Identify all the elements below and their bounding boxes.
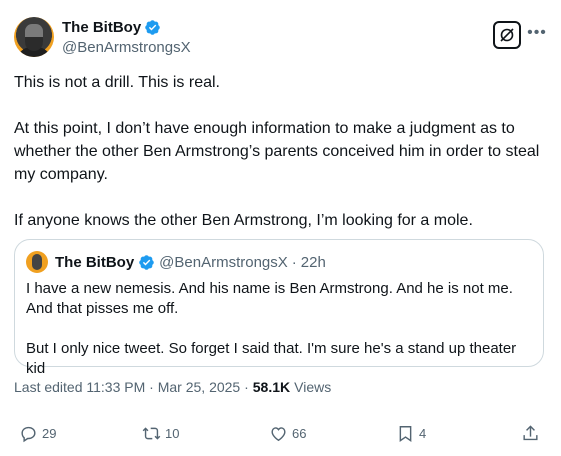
tweet-meta: Last edited 11:33 PM · Mar 25, 2025 · 58… (14, 379, 331, 395)
views-count: 58.1K (252, 379, 291, 395)
author-avatar[interactable] (14, 17, 54, 57)
quoted-author-avatar (26, 251, 48, 273)
reply-icon (21, 426, 36, 443)
bookmark-button[interactable]: 4 (396, 424, 426, 443)
share-button[interactable] (521, 424, 540, 443)
author-handle[interactable]: @BenArmstrongsX (62, 39, 191, 56)
tweet-paragraph: If anyone knows the other Ben Armstrong,… (14, 212, 473, 229)
like-count: 66 (292, 426, 307, 441)
like-icon (271, 427, 286, 442)
reply-button[interactable]: 29 (19, 424, 56, 443)
repost-icon (142, 427, 161, 440)
quoted-paragraph: I have a new nemesis. And his name is Be… (26, 280, 513, 317)
more-options-button[interactable]: ••• (527, 23, 547, 43)
quoted-author-handle: @BenArmstrongsX (159, 253, 288, 271)
like-button[interactable]: 66 (269, 424, 306, 443)
quoted-tweet[interactable]: The BitBoy @BenArmstrongsX · 22h I have … (14, 239, 544, 377)
repost-button[interactable]: 10 (142, 424, 179, 443)
tweet-paragraph: At this point, I don’t have enough infor… (14, 120, 540, 183)
tweet-text: This is not a drill. This is real. At th… (14, 71, 544, 255)
more-icon: ••• (527, 24, 547, 41)
quoted-separator: · (291, 253, 297, 271)
tweet-paragraph: This is not a drill. This is real. (14, 74, 220, 91)
quoted-paragraph: But I only nice tweet. So forget I said … (26, 340, 517, 377)
grok-icon (500, 28, 514, 42)
quoted-tweet-header: The BitBoy @BenArmstrongsX · 22h (26, 251, 326, 273)
grok-button[interactable] (493, 21, 521, 49)
quoted-time: 22h (300, 253, 326, 271)
reply-count: 29 (42, 426, 57, 441)
edited-timestamp[interactable]: Last edited 11:33 PM · Mar 25, 2025 · (14, 379, 249, 395)
bookmark-icon (399, 426, 412, 442)
bookmark-count: 4 (419, 426, 427, 441)
quoted-author-display-name: The BitBoy (55, 253, 135, 271)
share-icon (523, 425, 538, 441)
author-names: The BitBoy @BenArmstrongsX (62, 19, 191, 56)
author-display-name[interactable]: The BitBoy (62, 19, 141, 36)
verified-badge-icon (139, 254, 154, 270)
verified-badge-icon (145, 20, 160, 35)
views-label: Views (294, 379, 332, 395)
action-bar: 29 10 66 4 (14, 424, 544, 448)
repost-count: 10 (165, 426, 180, 441)
tweet-header: The BitBoy @BenArmstrongsX ••• (14, 17, 547, 59)
